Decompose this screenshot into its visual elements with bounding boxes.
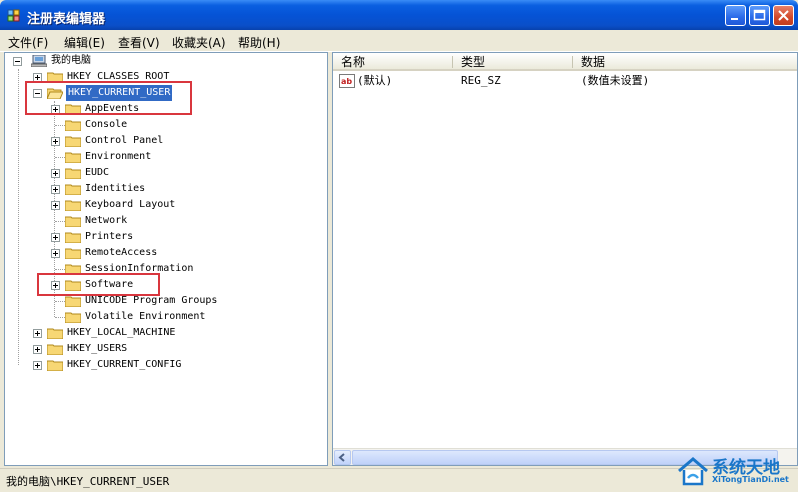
expand-toggle[interactable] — [51, 233, 60, 242]
tree-label: HKEY_USERS — [67, 343, 128, 354]
regedit-icon — [7, 9, 20, 22]
expand-toggle[interactable] — [51, 169, 60, 178]
computer-icon — [31, 55, 47, 67]
expand-toggle[interactable] — [51, 137, 60, 146]
folder-icon — [65, 136, 81, 147]
folder-icon — [65, 216, 81, 227]
folder-icon — [65, 232, 81, 243]
folder-icon — [65, 120, 81, 131]
tree-label: HKEY_LOCAL_MACHINE — [67, 327, 176, 338]
maximize-icon — [753, 9, 766, 21]
svg-text:ab: ab — [341, 77, 352, 86]
menu-edit[interactable]: 编辑(E) — [64, 34, 105, 51]
tree-label-root: 我的电脑 — [51, 55, 91, 66]
watermark-url: XiTongTianDi.net — [712, 475, 789, 484]
folder-icon — [47, 344, 63, 355]
annotation-box-hkcu — [25, 81, 192, 115]
folder-icon — [65, 168, 81, 179]
value-name: (默认) — [357, 74, 393, 87]
menu-view[interactable]: 查看(V) — [118, 34, 160, 51]
close-icon — [778, 10, 789, 21]
menu-favorites[interactable]: 收藏夹(A) — [172, 34, 226, 51]
folder-icon — [65, 184, 81, 195]
tree-label: Control Panel — [85, 135, 164, 146]
menu-help[interactable]: 帮助(H) — [238, 34, 280, 51]
collapse-toggle[interactable] — [13, 57, 22, 66]
folder-icon — [65, 248, 81, 259]
folder-icon — [47, 328, 63, 339]
tree-label: Keyboard Layout — [85, 199, 176, 210]
status-path: 我的电脑\HKEY_CURRENT_USER — [6, 475, 170, 488]
tree-label: Network — [85, 215, 128, 226]
scroll-left-button[interactable] — [334, 450, 351, 465]
expand-toggle[interactable] — [33, 361, 42, 370]
tree-label: Volatile Environment — [85, 311, 206, 322]
tree-label: HKEY_CURRENT_CONFIG — [67, 359, 182, 370]
expand-toggle[interactable] — [33, 345, 42, 354]
folder-icon — [65, 200, 81, 211]
value-type: REG_SZ — [461, 74, 501, 87]
expand-toggle[interactable] — [33, 329, 42, 338]
arrow-left-icon — [338, 453, 345, 462]
column-header-data[interactable]: 数据 — [573, 53, 797, 71]
value-data: (数值未设置) — [581, 74, 650, 87]
tree-label: Environment — [85, 151, 152, 162]
folder-icon — [65, 152, 81, 163]
tree-label: EUDC — [85, 167, 110, 178]
expand-toggle[interactable] — [51, 185, 60, 194]
tree-label: Identities — [85, 183, 146, 194]
minimize-button[interactable] — [725, 5, 746, 26]
menu-bar: 文件(F) 编辑(E) 查看(V) 收藏夹(A) 帮助(H) — [0, 30, 798, 52]
close-button[interactable] — [773, 5, 794, 26]
expand-toggle[interactable] — [51, 249, 60, 258]
maximize-button[interactable] — [749, 5, 770, 26]
tree-label: RemoteAccess — [85, 247, 158, 258]
annotation-box-software — [37, 273, 160, 296]
folder-icon — [47, 360, 63, 371]
tree-label: Console — [85, 119, 128, 130]
string-value-icon: ab — [339, 74, 355, 88]
folder-icon — [65, 312, 81, 323]
menu-file[interactable]: 文件(F) — [8, 34, 48, 51]
house-logo-icon — [678, 457, 708, 486]
column-header-name[interactable]: 名称 — [333, 53, 453, 71]
column-header-type[interactable]: 类型 — [453, 53, 573, 71]
key-tree[interactable]: 我的电脑 HKEY_CLASSES_ROOT HKEY_CURRENT_USER… — [4, 52, 328, 466]
folder-icon — [65, 296, 81, 307]
window-title: 注册表编辑器 — [27, 12, 106, 27]
watermark-logo: 系统天地 XiTongTianDi.net — [672, 452, 798, 492]
values-list[interactable]: 名称 类型 数据 ab (默认) REG_SZ (数值未设置) — [332, 52, 798, 466]
title-bar[interactable]: 注册表编辑器 — [0, 0, 798, 30]
tree-label: Printers — [85, 231, 134, 242]
expand-toggle[interactable] — [51, 201, 60, 210]
minimize-icon — [731, 18, 738, 20]
